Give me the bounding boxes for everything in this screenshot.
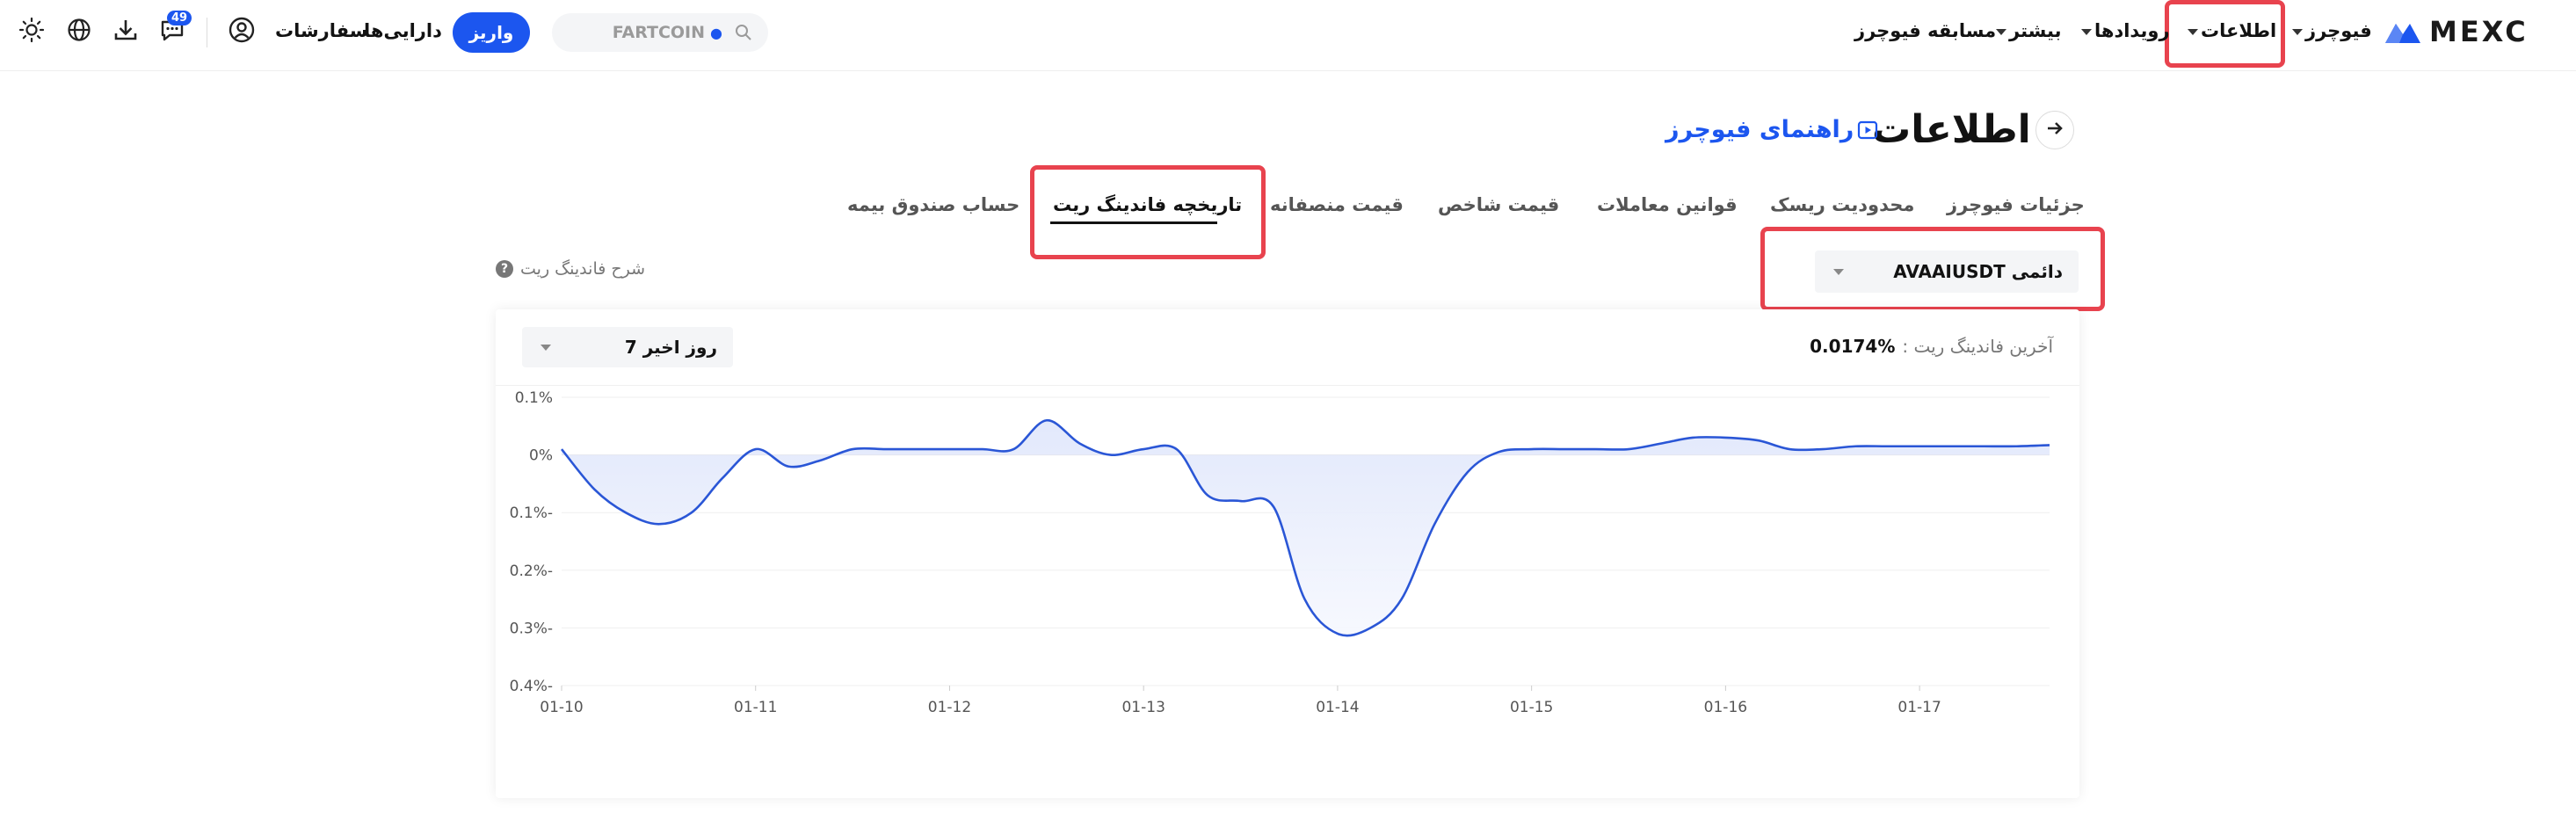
search-box[interactable]: FARTCOIN ●	[552, 13, 768, 52]
orders-link[interactable]: سفارشات	[275, 16, 367, 46]
futures-guide-label: راهنمای فیوچرز	[1665, 116, 1854, 143]
sun-icon	[18, 17, 45, 47]
user-account-button[interactable]	[226, 16, 258, 47]
nav-futures[interactable]: فیوچرز	[2289, 16, 2372, 46]
futures-guide-link[interactable]: راهنمای فیوچرز	[1665, 113, 1878, 148]
download-button[interactable]	[110, 16, 141, 47]
tab-fair-price[interactable]: قیمت منصفانه	[1270, 190, 1404, 220]
chevron-down-icon	[2292, 28, 2303, 35]
search-icon	[735, 24, 752, 41]
highlight-symbol-select	[1760, 227, 2105, 311]
funding-explain-link[interactable]: ? شرح فاندینگ ریت	[496, 257, 645, 281]
arrow-right-icon	[2045, 119, 2064, 142]
user-icon	[229, 17, 255, 47]
flame-icon: ●	[710, 24, 722, 41]
nav-futures-contest[interactable]: مسابقه فیوچرز	[1854, 16, 1996, 46]
period-select-value: روز اخیر 7	[624, 337, 717, 358]
tab-futures-details[interactable]: جزئیات فیوچرز	[1947, 190, 2085, 220]
x-tick-label: 01-12	[928, 699, 971, 716]
nav-more-label: بیشتر	[2009, 20, 2062, 41]
tab-insurance-fund[interactable]: حساب صندوق بیمه	[847, 190, 1020, 220]
latest-funding-rate: آخرین فاندینگ ریت : 0.0174%	[1810, 336, 2053, 357]
highlight-funding-tab	[1030, 165, 1266, 259]
help-icon: ?	[496, 260, 513, 278]
x-tick-label: 01-11	[734, 699, 777, 716]
deposit-button[interactable]: واریز	[453, 12, 530, 53]
video-guide-icon	[1857, 120, 1878, 141]
y-tick-label: 0.1%	[515, 389, 553, 407]
theme-toggle-button[interactable]	[16, 16, 47, 47]
brand-logo[interactable]: MEXC	[2384, 15, 2529, 48]
page-title: اطلاعات	[1872, 107, 2031, 152]
y-tick-label: 0.2%-	[510, 563, 553, 580]
x-tick-label: 01-16	[1704, 699, 1747, 716]
top-header: MEXC فیوچرز اطلاعات رویدادها بیشتر مسابق…	[0, 0, 2576, 71]
nav-futures-contest-label: مسابقه فیوچرز	[1854, 20, 1997, 41]
search-input[interactable]: FARTCOIN	[613, 23, 705, 42]
tab-risk-limit[interactable]: محدودیت ریسک	[1770, 190, 1914, 220]
nav-events-label: رویدادها	[2094, 20, 2170, 41]
back-button[interactable]	[2035, 111, 2074, 149]
x-tick-label: 01-14	[1316, 699, 1359, 716]
chevron-down-icon	[2081, 28, 2092, 35]
x-tick-label: 01-13	[1121, 699, 1165, 716]
brand-mark-icon	[2384, 18, 2422, 45]
assets-link[interactable]: دارایی‌ها	[364, 16, 442, 46]
x-tick-label: 01-15	[1510, 699, 1553, 716]
latest-funding-label: آخرین فاندینگ ریت :	[1902, 336, 2053, 357]
nav-events[interactable]: رویدادها	[2079, 16, 2170, 46]
tab-trading-rules[interactable]: قوانین معاملات	[1597, 190, 1738, 220]
notification-badge: 49	[167, 11, 192, 25]
y-tick-label: 0.1%-	[510, 504, 553, 522]
funding-chart-card: آخرین فاندینگ ریت : 0.0174% روز اخیر 7 0…	[496, 309, 2079, 798]
funding-rate-chart: 0.1% 0% 0.1%- 0.2%- 0.3%- 0.4%- 01-10 01-11 01-1…	[510, 389, 2050, 716]
y-tick-label: 0.4%-	[510, 678, 553, 695]
period-select[interactable]: روز اخیر 7	[522, 327, 733, 367]
y-tick-label: 0%	[529, 447, 553, 465]
chevron-down-icon	[541, 344, 551, 351]
language-button[interactable]	[63, 16, 95, 47]
y-tick-label: 0.3%-	[510, 620, 553, 637]
latest-funding-value: 0.0174%	[1810, 336, 1896, 357]
brand-name: MEXC	[2429, 15, 2529, 48]
nav-futures-label: فیوچرز	[2305, 20, 2372, 41]
nav-more[interactable]: بیشتر	[1993, 16, 2061, 46]
messages-button[interactable]: 49	[156, 11, 192, 47]
highlight-nav-info	[2165, 0, 2285, 68]
chevron-down-icon	[1996, 28, 2006, 35]
download-icon	[113, 18, 138, 46]
globe-icon	[67, 18, 91, 46]
x-tick-label: 01-17	[1898, 699, 1941, 716]
funding-explain-label: شرح فاندینگ ریت	[520, 259, 646, 279]
tab-index-price[interactable]: قیمت شاخص	[1438, 190, 1559, 220]
x-tick-label: 01-10	[540, 699, 583, 716]
